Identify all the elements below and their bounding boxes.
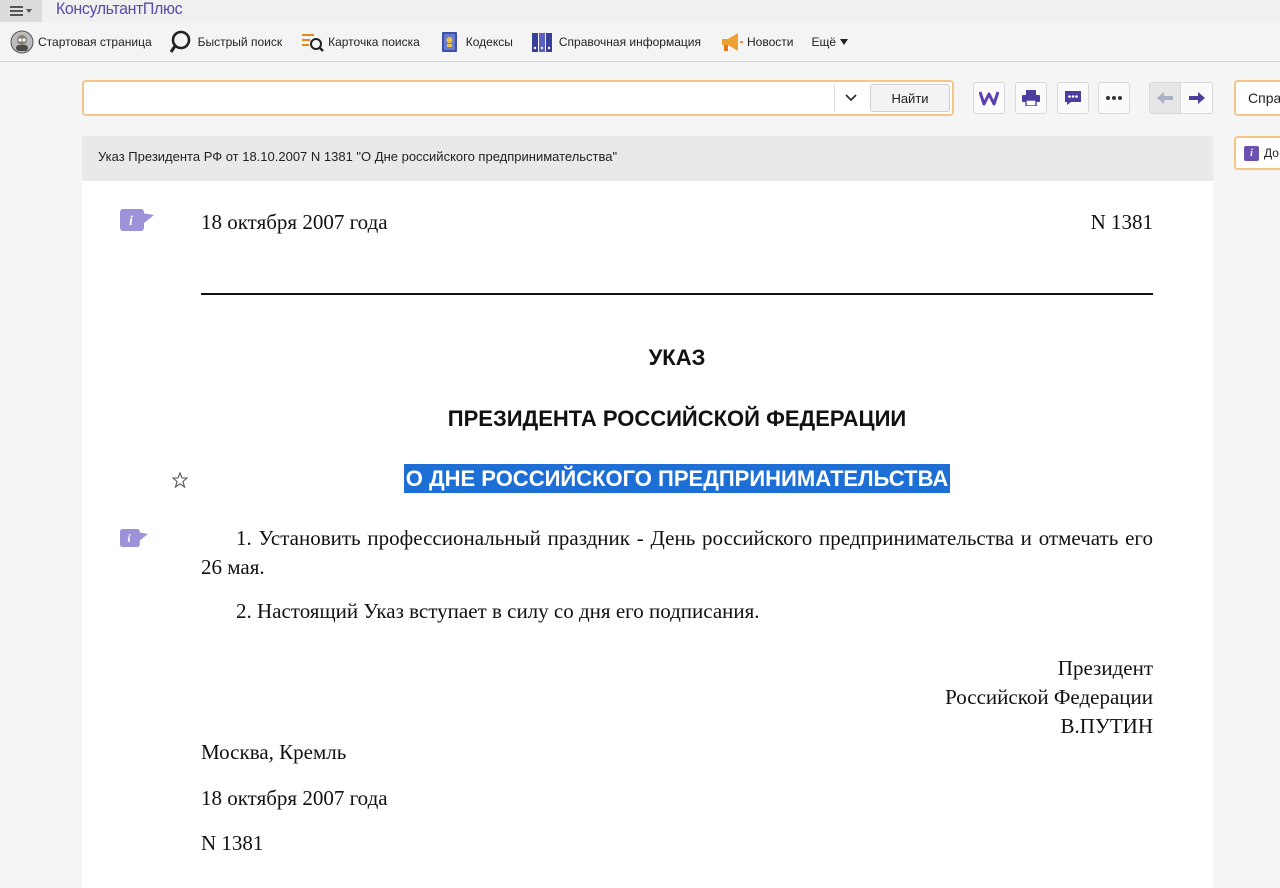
toolbar-codex[interactable]: Кодексы <box>438 28 513 56</box>
info-note-icon[interactable]: i <box>120 209 154 231</box>
megaphone-icon <box>719 30 743 54</box>
toolbar-label: Стартовая страница <box>38 34 152 49</box>
selected-text[interactable]: О ДНЕ РОССИЙСКОГО ПРЕДПРИНИМАТЕЛЬСТВА <box>403 464 951 493</box>
svg-text:i: i <box>129 214 133 229</box>
document-body: i 18 октября 2007 года N 1381 УКАЗ ПРЕЗИ… <box>82 181 1213 888</box>
toolbar-news[interactable]: Новости <box>719 28 793 56</box>
start-page-icon <box>10 30 34 54</box>
toolbar-reference[interactable]: Справочная информация <box>531 28 701 56</box>
hamburger-icon <box>10 6 23 16</box>
toolbar-label: Карточка поиска <box>328 34 420 49</box>
find-button[interactable]: Найти <box>870 84 950 112</box>
toolbar-start-page[interactable]: Стартовая страница <box>10 28 152 56</box>
info-icon: i <box>1244 145 1259 161</box>
toolbar-label: Быстрый поиск <box>197 34 283 49</box>
more-actions-button[interactable] <box>1098 82 1130 114</box>
comment-button[interactable] <box>1057 82 1089 114</box>
main-menu-button[interactable] <box>0 0 42 22</box>
decree-subject: О ДНЕ РОССИЙСКОГО ПРЕДПРИНИМАТЕЛЬСТВА <box>201 464 1153 493</box>
chevron-down-icon <box>840 38 848 45</box>
chevron-down-icon <box>844 94 857 102</box>
save-to-word-button[interactable] <box>973 82 1005 114</box>
search-icon <box>169 30 194 54</box>
word-icon <box>979 91 999 106</box>
comment-icon <box>1065 91 1081 105</box>
signature-name: В.ПУТИН <box>1060 714 1153 738</box>
toolbar-label: Справочная информация <box>558 34 701 49</box>
toolbar-more[interactable]: Ещё <box>811 28 848 56</box>
document-info-badge[interactable]: i До <box>1234 136 1280 170</box>
decree-date-top: 18 октября 2007 года <box>201 210 388 234</box>
decree-issuer: ПРЕЗИДЕНТА РОССИЙСКОЙ ФЕДЕРАЦИИ <box>447 406 907 431</box>
decree-date-bottom: 18 октября 2007 года <box>201 786 388 810</box>
decree-number-bottom: N 1381 <box>201 831 264 855</box>
more-icon <box>1106 96 1122 100</box>
document-title-bar: Указ Президента РФ от 18.10.2007 N 1381 … <box>82 136 1213 181</box>
decree-number-top: N 1381 <box>1090 210 1153 234</box>
codex-icon <box>438 30 462 54</box>
star-icon[interactable] <box>172 472 188 488</box>
toolbar-quick-search[interactable]: Быстрый поиск <box>169 28 283 56</box>
search-card-icon <box>300 30 324 54</box>
badge-label: До <box>1264 146 1279 160</box>
arrow-right-icon <box>1188 92 1205 104</box>
printer-icon <box>1022 90 1040 106</box>
print-button[interactable] <box>1015 82 1047 114</box>
toolbar-label: Новости <box>746 34 794 49</box>
app-logo: КонсультантПлюс <box>56 0 183 19</box>
forward-button[interactable] <box>1181 82 1213 114</box>
paragraph-1: 1. Установить профессиональный праздник … <box>201 526 1153 579</box>
signature-title: Президент <box>1057 656 1153 680</box>
toolbar-label: Кодексы <box>465 34 513 49</box>
signature-block: Президент Российской Федерации В.ПУТИН <box>945 654 1153 741</box>
toolbar-label: Ещё <box>811 34 836 49</box>
paragraph-2: 2. Настоящий Указ вступает в силу со дня… <box>236 599 760 623</box>
search-box: Найти <box>82 80 954 116</box>
search-history-dropdown[interactable] <box>834 84 866 112</box>
toolbar-search-card[interactable]: Карточка поиска <box>300 28 420 56</box>
signing-place: Москва, Кремль <box>201 740 347 764</box>
chevron-down-icon <box>26 9 32 13</box>
main-toolbar: Стартовая страница Быстрый поиск Карточк… <box>0 22 1280 62</box>
search-input[interactable] <box>86 84 832 112</box>
decree-heading: УКАЗ <box>648 345 706 370</box>
arrow-left-icon <box>1157 92 1173 104</box>
reference-icon <box>531 30 555 54</box>
back-button[interactable] <box>1149 82 1181 114</box>
header-divider <box>201 293 1153 295</box>
signature-org: Российской Федерации <box>945 685 1153 709</box>
info-note-icon[interactable]: i <box>120 528 148 548</box>
title-bar: КонсультантПлюс <box>0 0 1280 22</box>
reference-panel-field[interactable]: Спра <box>1234 80 1280 116</box>
